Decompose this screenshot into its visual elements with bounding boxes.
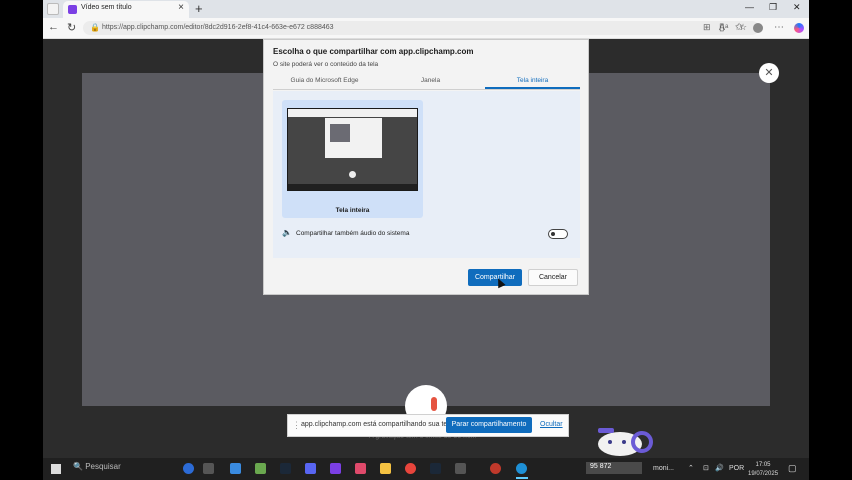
language-indicator[interactable]: POR	[729, 465, 744, 472]
back-icon[interactable]: ←	[48, 21, 59, 33]
app-available-icon[interactable]: ⊞	[703, 22, 711, 33]
discord-icon[interactable]	[305, 463, 316, 474]
clipchamp-page: ✕ A gravação tem o limite de 30 min. ⋮ a…	[43, 39, 809, 458]
search-label: Pesquisar	[85, 462, 121, 471]
stock-widget[interactable]: 95 872	[586, 462, 642, 474]
network-icon[interactable]: ⊡	[703, 464, 709, 472]
widget-value: 95 872	[590, 463, 612, 470]
cancel-button[interactable]: Cancelar	[528, 269, 578, 286]
active-tab-indicator	[485, 87, 580, 89]
widget-suffix: moni...	[653, 465, 675, 472]
steam-alt-icon[interactable]	[430, 463, 441, 474]
tab-close-icon[interactable]: ×	[178, 2, 184, 13]
share-source-tabs: Guia do Microsoft Edge Janela Tela intei…	[273, 75, 580, 90]
sharing-bar: ⋮ app.clipchamp.com está compartilhando …	[287, 414, 569, 437]
close-recorder-icon[interactable]: ✕	[759, 63, 779, 83]
windows-taskbar: 🔍 Pesquisar 95 872 moni... ⌃ ⊡ 🔊 POR 17:…	[43, 458, 809, 480]
system-audio-row: 🔈 Compartilhar também áudio do sistema	[282, 228, 572, 242]
favorites-icon[interactable]: ✩	[735, 22, 743, 33]
widgets-icon[interactable]	[183, 463, 194, 474]
active-app-indicator	[516, 477, 528, 479]
steam-icon[interactable]	[280, 463, 291, 474]
browser-window: Vídeo sem título × + — ❐ ✕ ← ↻ 🔒 https:/…	[43, 0, 809, 458]
edge-icon[interactable]	[516, 463, 527, 474]
notifications-icon[interactable]: ▢	[788, 463, 797, 474]
new-tab-button[interactable]: +	[195, 1, 203, 16]
share-screen-dialog: Escolha o que compartilhar com app.clipc…	[263, 39, 589, 295]
tab-entire-screen[interactable]: Tela inteira	[485, 77, 580, 84]
clock[interactable]: 17:05 19/07/2025	[748, 461, 778, 479]
workspaces-icon[interactable]	[47, 3, 59, 15]
system-audio-toggle[interactable]	[548, 229, 568, 239]
tab-edge-tab[interactable]: Guia do Microsoft Edge	[273, 77, 376, 84]
mascot-sticker-icon	[598, 428, 653, 456]
browser-tab[interactable]: Vídeo sem título ×	[63, 1, 189, 18]
address-bar[interactable]: 🔒 https://app.clipchamp.com/editor/8dc2d…	[83, 21, 759, 35]
clock-date: 19/07/2025	[748, 471, 779, 477]
more-menu-icon[interactable]: ⋯	[774, 22, 784, 33]
stop-sharing-button[interactable]: Parar compartilhamento	[446, 417, 532, 433]
lock-icon[interactable]: 🔒	[90, 23, 100, 32]
tab-window[interactable]: Janela	[388, 77, 473, 84]
app-g-icon[interactable]	[230, 463, 241, 474]
app-red-icon[interactable]	[490, 463, 501, 474]
drag-handle-icon[interactable]: ⋮	[292, 420, 301, 431]
dialog-subtitle: O site poderá ver o conteúdo da tela	[273, 61, 379, 68]
refresh-icon[interactable]: ↻	[67, 21, 76, 34]
tray-chevron-icon[interactable]: ⌃	[688, 464, 694, 472]
entire-screen-option[interactable]: Tela inteira	[282, 100, 423, 218]
split-screen-icon[interactable]: ▯	[719, 22, 725, 33]
share-button[interactable]: Compartilhar	[468, 269, 522, 286]
dialog-title: Escolha o que compartilhar com app.clipc…	[273, 47, 474, 56]
restore-icon[interactable]: ❐	[769, 2, 777, 13]
close-window-icon[interactable]: ✕	[793, 2, 801, 13]
chrome-icon[interactable]	[405, 463, 416, 474]
app-bird-icon[interactable]	[255, 463, 266, 474]
screen-option-label: Tela inteira	[335, 207, 370, 214]
screen-preview	[287, 108, 418, 191]
task-view-icon[interactable]	[203, 463, 214, 474]
taskbar-search[interactable]: 🔍 Pesquisar	[73, 462, 121, 471]
profile-avatar[interactable]	[753, 23, 763, 33]
tab-strip: Vídeo sem título × + — ❐ ✕	[43, 0, 809, 18]
url-text: https://app.clipchamp.com/editor/8dc2d91…	[102, 24, 334, 31]
file-explorer-icon[interactable]	[380, 463, 391, 474]
minimize-icon[interactable]: —	[745, 2, 754, 12]
speaker-icon: 🔈	[282, 228, 292, 237]
hide-link[interactable]: Ocultar	[540, 421, 563, 428]
share-source-panel: Tela inteira 🔈 Compartilhar também áudio…	[273, 91, 580, 258]
browser-toolbar: ← ↻ 🔒 https://app.clipchamp.com/editor/8…	[43, 18, 809, 39]
clipchamp-favicon-icon	[68, 5, 77, 14]
clock-time: 17:05	[755, 462, 771, 468]
volume-icon[interactable]: 🔊	[715, 464, 724, 472]
system-audio-label: Compartilhar também áudio do sistema	[296, 230, 410, 237]
tab-title: Vídeo sem título	[81, 4, 132, 11]
sharing-message: app.clipchamp.com está compartilhando su…	[301, 421, 453, 428]
app-generic-icon[interactable]	[455, 463, 466, 474]
app-gem-icon[interactable]	[355, 463, 366, 474]
clipchamp-taskbar-icon[interactable]	[330, 463, 341, 474]
copilot-icon[interactable]	[794, 23, 804, 33]
start-icon[interactable]	[51, 464, 61, 474]
